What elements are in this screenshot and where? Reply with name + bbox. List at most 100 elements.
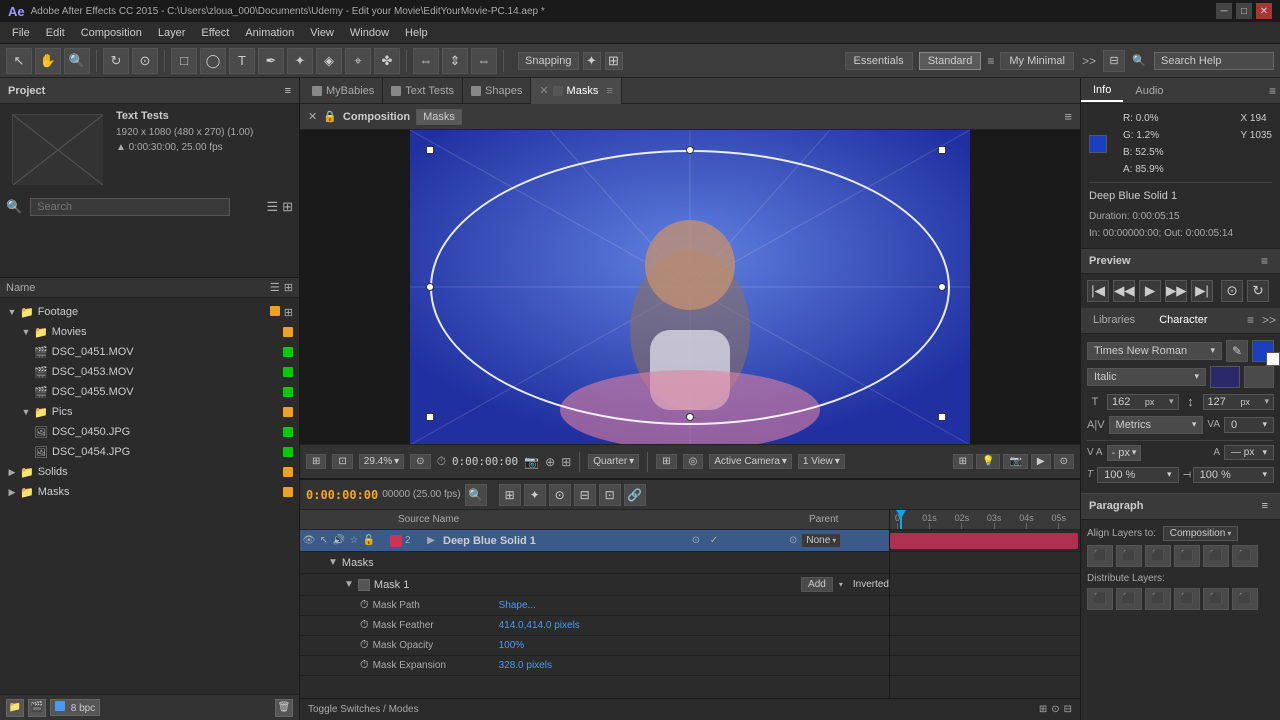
font-size-value[interactable]: 162 px ▾	[1107, 394, 1179, 410]
menu-composition[interactable]: Composition	[73, 25, 150, 41]
tree-file-dsc0450[interactable]: 🖼 DSC_0450.JPG	[28, 422, 299, 442]
align-vcenter-btn[interactable]: ⬛	[1203, 545, 1229, 567]
comp-cam-icon[interactable]: 📷	[524, 455, 539, 469]
roto-tool[interactable]: ⌖	[345, 48, 371, 74]
line-height-value[interactable]: 127 px ▾	[1203, 394, 1275, 410]
status-icon3[interactable]: ⊟	[1064, 704, 1072, 715]
comp-snap-icon[interactable]: ⊕	[545, 455, 555, 469]
align-top-btn[interactable]: ⬛	[1174, 545, 1200, 567]
project-grid-icon[interactable]: ⊞	[282, 199, 293, 215]
tab-masks[interactable]: ✕ Masks ≡	[531, 78, 621, 104]
tl-cursor-icon[interactable]: ↖	[317, 534, 331, 548]
tl-audio-icon[interactable]: 🔊	[332, 534, 346, 548]
timeline-btn3[interactable]: ⊙	[549, 484, 571, 506]
comp-close-btn[interactable]: ✕	[308, 110, 317, 123]
align-left-tool[interactable]: ⇔	[413, 48, 439, 74]
menu-window[interactable]: Window	[342, 25, 397, 41]
comp-menu-btn[interactable]: ≡	[1064, 109, 1072, 124]
scale-h-value[interactable]: 100 % ▾	[1097, 467, 1178, 483]
comp-mask-visibility-btn[interactable]: ◎	[683, 454, 704, 469]
project-search-input[interactable]	[30, 198, 230, 216]
tl-mask1-row[interactable]: ▼ Mask 1 Add ▾ Inverted	[300, 574, 889, 596]
mask-handle-right[interactable]	[938, 283, 946, 291]
tl-masks-row[interactable]: ▼ Masks	[300, 552, 889, 574]
prev-first-btn[interactable]: |◀	[1087, 280, 1109, 302]
prev-next-btn[interactable]: ▶▶	[1165, 280, 1187, 302]
tree-file-dsc0454[interactable]: 🖼 DSC_0454.JPG	[28, 442, 299, 462]
comp-camera-dropdown[interactable]: Active Camera ▾	[709, 454, 792, 469]
font-edit-pencil[interactable]: ✎	[1226, 340, 1248, 362]
timeline-btn2[interactable]: ✦	[524, 484, 546, 506]
tree-folder-masks[interactable]: ▶ 📁 Masks	[0, 482, 299, 502]
project-menu-icon[interactable]: ≡	[285, 85, 291, 97]
menu-layer[interactable]: Layer	[150, 25, 194, 41]
tl-main-bar[interactable]	[890, 533, 1078, 549]
comp-render-btn[interactable]: ⊙	[410, 454, 430, 469]
comp-time-icon[interactable]: ⏱	[437, 454, 446, 469]
metrics-dropdown[interactable]: Metrics ▾	[1109, 416, 1204, 434]
new-comp-icon[interactable]: 🎬	[28, 699, 46, 717]
tl-mask-inverted[interactable]: Inverted	[853, 579, 889, 590]
status-text[interactable]: Toggle Switches / Modes	[308, 704, 419, 715]
prev-loop-btn[interactable]: ↻	[1247, 280, 1269, 302]
maximize-button[interactable]: □	[1236, 3, 1252, 19]
prev-prev-btn[interactable]: ◀◀	[1113, 280, 1135, 302]
font-swatch-2[interactable]	[1244, 366, 1274, 388]
comp-camera-btn[interactable]: 📷	[1003, 454, 1027, 469]
menu-help[interactable]: Help	[397, 25, 436, 41]
tl-maskpath-value[interactable]: Shape...	[499, 600, 536, 611]
eraser-tool[interactable]: ◈	[316, 48, 342, 74]
scale-v-value[interactable]: 100 % ▾	[1193, 467, 1274, 483]
font-style-dropdown[interactable]: Italic ▾	[1087, 368, 1206, 386]
new-folder-icon[interactable]: 📁	[6, 699, 24, 717]
mask-handle-bottomleft[interactable]	[426, 413, 434, 421]
tree-search-icon[interactable]: ⊞	[284, 281, 293, 294]
mask-handle-left[interactable]	[426, 283, 434, 291]
align-bottom-btn[interactable]: ⬛	[1232, 545, 1258, 567]
comp-fit-btn[interactable]: ⊡	[332, 454, 352, 469]
tl-maskexpansion-stopwatch[interactable]: ⏱	[360, 659, 369, 672]
comp-3d-btn[interactable]: ⊞	[953, 454, 973, 469]
comp-grid-btn[interactable]: ⊞	[656, 454, 676, 469]
tl-maskfeather-stopwatch[interactable]: ⏱	[360, 619, 369, 632]
comp-masks-btn[interactable]: Masks	[416, 109, 462, 125]
tl-switch2[interactable]: ✓	[707, 534, 721, 548]
align-right-btn[interactable]: ⬛	[1145, 545, 1171, 567]
tree-file-dsc0455[interactable]: 🎬 DSC_0455.MOV	[28, 382, 299, 402]
status-icon1[interactable]: ⊞	[1039, 704, 1047, 715]
tl-lock-icon[interactable]: 🔓	[362, 534, 376, 548]
select-tool[interactable]: ↖	[6, 48, 32, 74]
tree-folder-movies[interactable]: ▼ 📁 Movies	[14, 322, 299, 342]
tab-masks-close[interactable]: ✕	[539, 84, 548, 97]
align-right-tool[interactable]: ⇔	[471, 48, 497, 74]
timeline-btn6[interactable]: 🔗	[624, 484, 646, 506]
dist-right-btn[interactable]: ⬛	[1145, 588, 1171, 610]
align-hcenter-btn[interactable]: ⬛	[1116, 545, 1142, 567]
project-list-icon[interactable]: ☰	[266, 199, 278, 215]
tree-folder-pics[interactable]: ▼ 📁 Pics	[14, 402, 299, 422]
tree-file-dsc0453[interactable]: 🎬 DSC_0453.MOV	[28, 362, 299, 382]
tl-expand-icon[interactable]: ▶	[424, 534, 438, 548]
tab-mybabies[interactable]: MyBabies	[304, 78, 383, 104]
tl-mask1-color[interactable]	[358, 579, 370, 591]
px-dropdown[interactable]: - px ▾	[1107, 445, 1142, 461]
tab-libraries[interactable]: Libraries	[1081, 310, 1147, 330]
tl-eye-icon[interactable]: 👁	[302, 534, 316, 548]
viewer-options-btn[interactable]: ⊟	[1103, 50, 1125, 72]
comp-preview-btn[interactable]: ▶	[1031, 454, 1051, 469]
timeline-search-btn[interactable]: 🔍	[465, 484, 487, 506]
tl-switch1[interactable]: ⊙	[689, 534, 703, 548]
dist-hcenter-btn[interactable]: ⬛	[1116, 588, 1142, 610]
tl-solo-icon[interactable]: ☆	[347, 534, 361, 548]
tree-sort-icon[interactable]: ☰	[270, 281, 280, 294]
comp-resolution-dropdown[interactable]: Quarter ▾	[588, 454, 639, 469]
tl-mask-add-btn[interactable]: Add	[801, 577, 833, 592]
search-input[interactable]	[1154, 52, 1274, 70]
tl-maskpath-stopwatch[interactable]: ⏱	[360, 599, 369, 612]
font-swatch-1[interactable]	[1210, 366, 1240, 388]
tl-mask-add-arrow[interactable]: ▾	[839, 580, 843, 589]
tab-info[interactable]: Info	[1081, 80, 1123, 102]
dist-left-btn[interactable]: ⬛	[1087, 588, 1113, 610]
char-arrows-btn[interactable]: >>	[1258, 309, 1280, 331]
baseline-value[interactable]: — px ▾	[1224, 445, 1274, 460]
